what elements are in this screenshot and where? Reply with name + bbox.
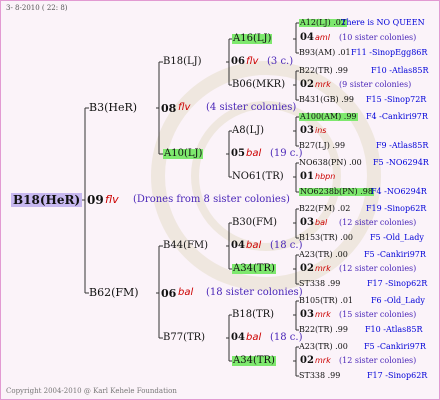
l3-a10lj-note: (19 c.) <box>270 148 303 159</box>
l2-b62-year: 06 <box>161 287 177 300</box>
l3-b44fm-name[interactable]: B44(FM) <box>163 241 208 251</box>
right-4-bottom[interactable]: NO6238b(PN) .98 <box>299 188 374 196</box>
right-7-bottom-link[interactable]: F10 -Atlas85R <box>365 326 422 334</box>
root-queen-name[interactable]: B18(HeR) <box>11 193 83 207</box>
right-7-bottom[interactable]: B22(TR) .99 <box>299 326 348 334</box>
right-8-top[interactable]: A23(TR) .00 <box>299 343 348 351</box>
l4-a8lj[interactable]: A8(LJ) <box>232 126 264 136</box>
right-3-top[interactable]: A100(AM) .99 <box>299 113 358 121</box>
l3-b44fm-year: 04 <box>231 240 245 251</box>
l3-b18lj-code: flv <box>246 56 259 67</box>
right-3-bottom[interactable]: B27(LJ) .99 <box>299 142 345 150</box>
right-7-top-link[interactable]: F6 -Old_Lady <box>371 297 425 305</box>
right-5-top[interactable]: B22(FM) .02 <box>299 205 350 213</box>
l4-no61tr[interactable]: NO61(TR) <box>232 172 284 182</box>
right-2-bottom[interactable]: B431(GB) .99 <box>299 96 354 104</box>
l4-b06mkr[interactable]: B06(MKR) <box>232 80 285 90</box>
l4-b30fm[interactable]: B30(FM) <box>232 218 277 228</box>
right-4-top[interactable]: NO638(PN) .00 <box>299 159 362 167</box>
right-5-top-link[interactable]: F19 -Sinop62R <box>366 205 426 213</box>
right-6-top[interactable]: A23(TR) .00 <box>299 251 348 259</box>
l3-b77tr-note: (18 c.) <box>270 332 303 343</box>
l3-b77tr-name[interactable]: B77(TR) <box>163 333 205 343</box>
right-6-note: (12 sister colonies) <box>339 264 417 273</box>
right-7-note: (15 sister colonies) <box>339 310 417 319</box>
right-8-note: (12 sister colonies) <box>339 356 417 365</box>
l3-b44fm-code: bal <box>246 240 262 251</box>
l4-b18tr[interactable]: B18(TR) <box>232 310 274 320</box>
right-4-code: hbpn <box>315 172 336 181</box>
right-1-bottom[interactable]: B93(AM) .01 <box>299 49 351 57</box>
right-1-top[interactable]: A12(LJ) .02 <box>299 19 347 27</box>
right-6-bottom[interactable]: ST338 .99 <box>299 280 340 288</box>
l4-a16lj[interactable]: A16(LJ) <box>232 34 273 44</box>
root-note: (Drones from 8 sister colonies) <box>133 194 290 205</box>
right-8-bottom-link[interactable]: F17 -Sinop62R <box>367 372 427 380</box>
l3-b18lj-name[interactable]: B18(LJ) <box>163 57 202 67</box>
right-7-top[interactable]: B105(TR) .01 <box>299 297 353 305</box>
right-1-bottom-link[interactable]: F11 -SinopEgg86R <box>351 49 427 57</box>
right-7-code: mrk <box>315 310 331 319</box>
right-2-top[interactable]: B22(TR) .99 <box>299 67 348 75</box>
root-year: 09 <box>87 193 104 207</box>
l2-b62-name[interactable]: B62(FM) <box>89 287 139 298</box>
right-5-bottom[interactable]: B153(TR) .00 <box>299 234 353 242</box>
l3-a10lj-code: bal <box>246 148 262 159</box>
right-6-bottom-link[interactable]: F17 -Sinop62R <box>367 280 427 288</box>
right-5-note: (12 sister colonies) <box>339 218 417 227</box>
right-2-top-link[interactable]: F10 -Atlas85R <box>371 67 428 75</box>
l3-b77tr-code: bal <box>246 332 262 343</box>
l3-b77tr-year: 04 <box>231 332 245 343</box>
date-stamp: 3- 8-2010 ( 22: 8) <box>6 4 68 12</box>
right-6-top-link[interactable]: F5 -Cankiri97R <box>364 251 426 259</box>
right-6-code: mrk <box>315 264 331 273</box>
l3-a10lj-name[interactable]: A10(LJ) <box>163 149 204 159</box>
copyright-footer: Copyright 2004-2010 @ Karl Kehele Founda… <box>6 387 177 395</box>
right-4-year: 01 <box>300 171 314 182</box>
right-8-top-link[interactable]: F5 -Cankiri97R <box>364 343 426 351</box>
l2-b62-note: (18 sister colonies) <box>206 287 303 298</box>
right-2-code: mrk <box>315 80 331 89</box>
l3-a10lj-year: 05 <box>231 148 245 159</box>
right-5-bottom-link[interactable]: F5 -Old_Lady <box>370 234 424 242</box>
l3-b18lj-year: 06 <box>231 56 245 67</box>
right-1-year: 04 <box>300 32 314 43</box>
right-2-note: (9 sister colonies) <box>339 80 412 89</box>
right-8-year: 02 <box>300 355 314 366</box>
right-3-code: ins <box>315 126 327 135</box>
right-8-bottom[interactable]: ST338 .99 <box>299 372 340 380</box>
root-code: flv <box>105 193 119 206</box>
right-2-bottom-link[interactable]: F15 -Sinop72R <box>366 96 426 104</box>
right-7-year: 03 <box>300 309 314 320</box>
right-4-bottom-link[interactable]: F4 -NO6294R <box>371 188 427 196</box>
l2-b3-name[interactable]: B3(HeR) <box>89 102 137 113</box>
right-8-code: mrk <box>315 356 331 365</box>
right-1-note: (10 sister colonies) <box>339 33 417 42</box>
l3-b44fm-note: (18 c.) <box>270 240 303 251</box>
right-3-top-link[interactable]: F4 -Cankiri97R <box>366 113 428 121</box>
right-3-year: 03 <box>300 125 314 136</box>
l2-b62-code: bal <box>178 287 194 298</box>
right-5-code: bal <box>315 218 328 227</box>
right-1-code: aml <box>315 33 330 42</box>
right-2-year: 02 <box>300 79 314 90</box>
pedigree-diagram: 3- 8-2010 ( 22: 8) B18(HeR) 09 flv (Dron… <box>0 0 440 400</box>
l2-b3-year: 08 <box>161 102 177 115</box>
l3-b18lj-note: (3 c.) <box>267 56 294 67</box>
l2-b3-code: flv <box>178 102 191 113</box>
l4-a34tr[interactable]: A34(TR) <box>232 264 276 274</box>
right-1-extra: There is NO QUEEN <box>341 18 425 27</box>
l4-a34tr-2[interactable]: A34(TR) <box>232 356 276 366</box>
right-4-top-link[interactable]: F5 -NO6294R <box>373 159 429 167</box>
l2-b3-note: (4 sister colonies) <box>206 102 297 113</box>
right-3-bottom-link[interactable]: F9 -Atlas85R <box>376 142 428 150</box>
right-6-year: 02 <box>300 263 314 274</box>
right-5-year: 03 <box>300 217 314 228</box>
